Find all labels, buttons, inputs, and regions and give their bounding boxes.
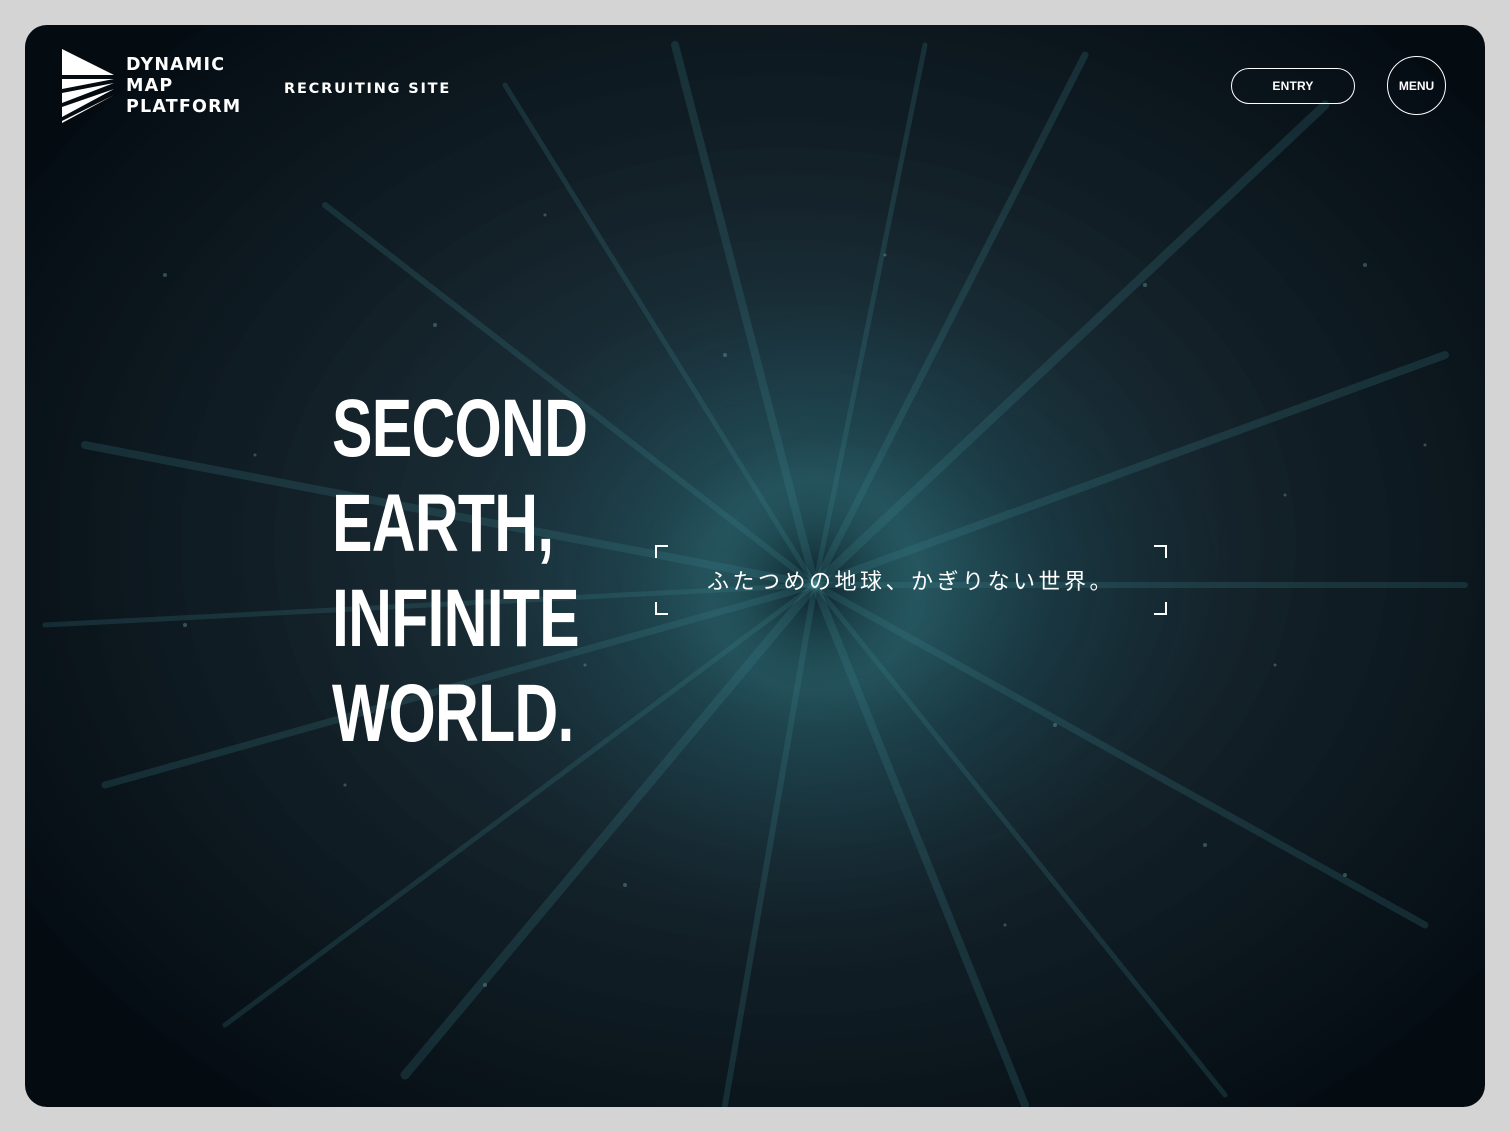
headline-line: EARTH, [332,478,554,569]
site-label: RECRUITING SITE [284,81,452,97]
logo-line: PLATFORM [126,96,242,117]
dynamic-map-platform-logo-icon [62,49,114,123]
hero-tagline: ふたつめの地球、かぎりない世界。 [706,570,1115,595]
hero-headline: SECOND EARTH, INFINITE WORLD. [332,381,677,761]
logo-line: DYNAMIC [126,54,226,75]
site-logo[interactable]: DYNAMIC MAP PLATFORM [62,49,241,123]
headline-line: WORLD. [332,668,574,759]
entry-button[interactable]: ENTRY [1231,68,1355,104]
headline-line: SECOND [332,383,588,474]
tagline-frame: ふたつめの地球、かぎりない世界。 [655,545,1167,615]
menu-button[interactable]: MENU [1387,56,1446,115]
logo-line: MAP [126,75,174,96]
headline-line: INFINITE [332,573,580,664]
logo-wordmark: DYNAMIC MAP PLATFORM [126,55,241,118]
hero-frame: DYNAMIC MAP PLATFORM RECRUITING SITE ENT… [25,25,1485,1107]
